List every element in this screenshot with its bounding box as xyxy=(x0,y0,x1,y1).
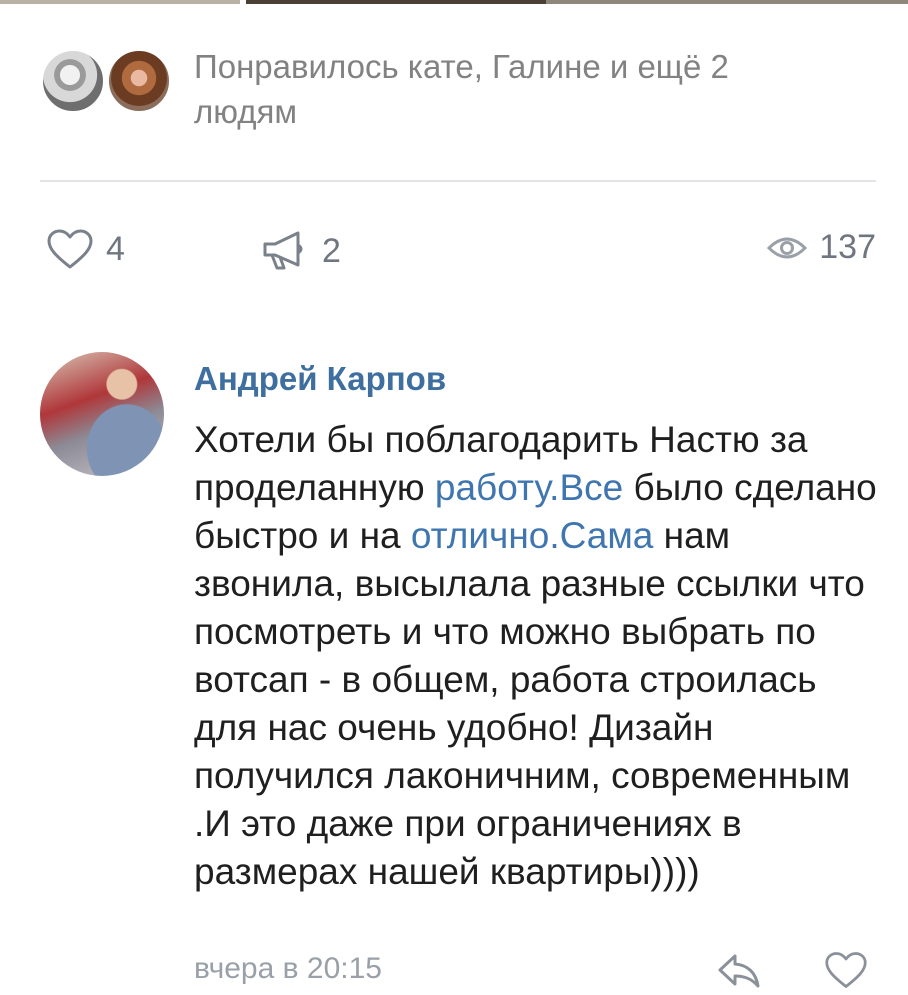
likes-summary-text[interactable]: Понравилось кате, Галине и ещё 2 людям xyxy=(194,44,834,134)
heart-icon xyxy=(46,228,94,270)
eye-icon xyxy=(767,234,808,262)
comment-text: Хотели бы поблагодарить Настю за продела… xyxy=(194,416,880,896)
liker-avatar[interactable] xyxy=(40,48,106,114)
megaphone-icon xyxy=(260,228,310,274)
shares-count: 2 xyxy=(322,231,341,270)
heart-icon xyxy=(824,952,868,994)
reply-icon xyxy=(716,954,762,994)
share-button[interactable]: 2 xyxy=(260,228,341,274)
likes-summary-row[interactable]: Понравилось кате, Галине и ещё 2 людям xyxy=(40,42,880,132)
previous-post-image-strip xyxy=(0,0,908,6)
views-count: 137 xyxy=(819,228,876,266)
divider xyxy=(40,180,876,182)
comment-author-name[interactable]: Андрей Карпов xyxy=(194,360,446,398)
like-button[interactable]: 4 xyxy=(46,228,125,270)
comment-link[interactable]: отлично.Сама xyxy=(411,515,653,556)
comment-link[interactable]: работу.Все xyxy=(435,467,623,508)
post-actions-bar: 4 2 137 xyxy=(40,228,876,284)
comment-like-button[interactable] xyxy=(824,950,868,995)
liker-avatar[interactable] xyxy=(106,48,172,114)
reply-button[interactable] xyxy=(716,950,762,995)
likes-count: 4 xyxy=(106,229,125,268)
views-indicator: 137 xyxy=(767,228,876,267)
comment-author-avatar[interactable] xyxy=(40,352,164,476)
comment-timestamp: вчера в 20:15 xyxy=(194,952,382,985)
comment-text-part: нам звонила, высылала разные ссылки что … xyxy=(194,515,865,892)
